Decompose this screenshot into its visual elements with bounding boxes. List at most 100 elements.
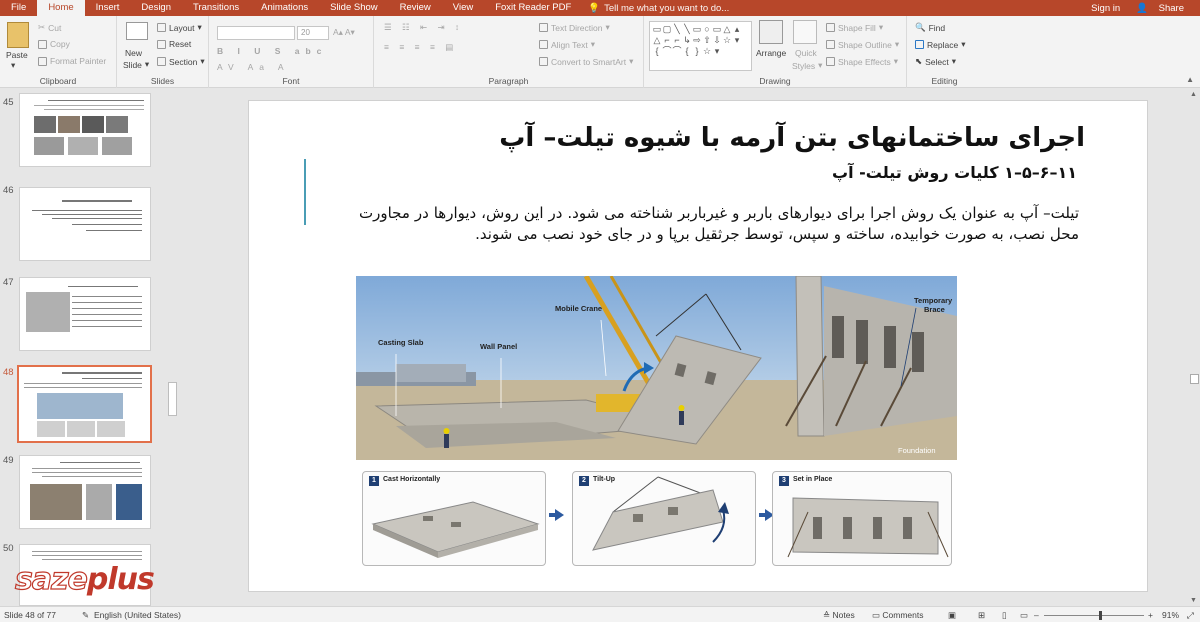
pen-icon (826, 40, 835, 49)
font-format-buttons[interactable]: B I U S abc (217, 46, 327, 56)
section-icon (157, 57, 166, 66)
status-bar: Slide 48 of 77 ✎ English (United States)… (0, 606, 1200, 622)
accent-bar (304, 159, 306, 225)
zoom-in-icon[interactable]: + (1148, 610, 1153, 620)
quick-styles-button-2[interactable]: Styles ▾ (792, 60, 822, 71)
shapes-gallery[interactable]: ▭ ▢ ╲ ╲ ▭ ○ ▭ △ ▴ △ ⌐ ⌐ ↳ ⇨ ⇧ ⇩ ☆ ▾ {⌒ ⌒{} ☆ ▾ (649, 21, 752, 71)
clipboard-group: Paste ▾ ✂ Cut Copy Format Painter Clipboa… (0, 16, 117, 88)
find-button[interactable]: 🔍 Find (915, 22, 945, 33)
font-grow-icon[interactable]: A▴ A▾ (333, 27, 355, 38)
step-card-1[interactable]: 1 Cast Horizontally (362, 471, 546, 566)
scroll-down-icon[interactable]: ▼ (1190, 597, 1197, 604)
thumbnail-scrollbar[interactable] (167, 89, 178, 606)
zoom-level[interactable]: 91% (1162, 610, 1179, 620)
tab-file[interactable]: File (0, 0, 37, 16)
tell-me-box[interactable]: 💡 Tell me what you want to do... (582, 3, 729, 14)
new-slide-button[interactable]: New (125, 48, 142, 58)
reset-button[interactable]: Reset (157, 39, 191, 49)
thumbnail-pane: 45 46 47 48 49 50 (0, 89, 180, 606)
comments-button[interactable]: ▭ Comments (872, 610, 924, 621)
align-text-icon (539, 40, 548, 49)
spellcheck-icon[interactable]: ✎ (82, 610, 89, 621)
editing-group: 🔍 Find Replace ▾ ⬉ Select ▾ Editing (907, 16, 982, 88)
set-in-place-illustration (787, 497, 949, 558)
shape-effects-button[interactable]: Shape Effects ▾ (826, 56, 898, 67)
slides-label: Slides (150, 76, 175, 86)
tab-insert[interactable]: Insert (85, 0, 131, 16)
replace-button[interactable]: Replace ▾ (915, 39, 965, 50)
scroll-up-icon[interactable]: ▲ (1190, 91, 1197, 98)
normal-view-icon[interactable]: ▣ (948, 610, 956, 621)
share-button[interactable]: 👤 Share (1128, 3, 1200, 14)
font-size-field[interactable]: 20 (297, 26, 329, 40)
zoom-slider[interactable] (1044, 615, 1144, 616)
thumbnail-slide-48[interactable] (17, 365, 152, 443)
watermark-logo: sazeplus (14, 561, 155, 597)
paste-icon (7, 22, 29, 48)
slide-title[interactable]: اجرای ساختمانهای بتن آرمه با شیوه تیلت– … (499, 123, 1085, 153)
shape-outline-button[interactable]: Shape Outline ▾ (826, 39, 899, 50)
share-label: Share (1158, 2, 1184, 14)
cast-slab-illustration (371, 501, 540, 558)
collapse-ribbon-icon[interactable]: ▲ (1186, 75, 1194, 84)
quick-styles-icon (793, 20, 817, 44)
tab-foxit-reader-pdf[interactable]: Foxit Reader PDF (484, 0, 582, 16)
thumbnail-slide-49[interactable] (19, 455, 151, 529)
tab-view[interactable]: View (442, 0, 484, 16)
section-button[interactable]: Section ▾ (157, 56, 205, 67)
step-card-3[interactable]: 3 Set in Place (772, 471, 952, 566)
thumbnail-slide-45[interactable] (19, 93, 151, 167)
thumbnail-scroll-thumb[interactable] (168, 382, 177, 416)
scroll-thumb[interactable] (1190, 374, 1199, 384)
align-text-button[interactable]: Align Text ▾ (539, 39, 595, 50)
arrange-button[interactable]: Arrange (756, 48, 786, 58)
tilt-up-photo[interactable]: Casting Slab Wall Panel Mobile Crane Tem… (356, 276, 957, 460)
sign-in-link[interactable]: Sign in (1083, 3, 1128, 14)
search-icon: 🔍 (915, 22, 926, 32)
copy-button[interactable]: Copy (38, 39, 70, 49)
ribbon: Paste ▾ ✂ Cut Copy Format Painter Clipboa… (0, 16, 1200, 88)
tab-review[interactable]: Review (389, 0, 442, 16)
tab-home[interactable]: Home (37, 0, 85, 16)
convert-smartart-button[interactable]: Convert to SmartArt ▾ (539, 56, 633, 67)
format-painter-button[interactable]: Format Painter (38, 56, 106, 66)
vertical-scrollbar[interactable]: ▲ ▼ (1189, 89, 1200, 606)
thumbnail-slide-47[interactable] (19, 277, 151, 351)
slide-body-text[interactable]: تیلت– آپ به عنوان یک روش اجرا برای دیوار… (359, 203, 1079, 245)
step-card-2[interactable]: 2 Tilt-Up (572, 471, 756, 566)
new-slide-icon (126, 22, 148, 40)
fit-slide-icon[interactable]: ⤢ (1187, 610, 1194, 621)
tab-design[interactable]: Design (130, 0, 182, 16)
new-slide-button-2[interactable]: Slide ▾ (123, 59, 149, 70)
shape-fill-button[interactable]: Shape Fill ▾ (826, 22, 883, 33)
notes-button[interactable]: ≙ Notes (823, 610, 855, 621)
reading-view-icon[interactable]: ▯ (1002, 610, 1007, 621)
tab-slide-show[interactable]: Slide Show (319, 0, 389, 16)
slide-count: Slide 48 of 77 (4, 610, 56, 620)
language-indicator[interactable]: English (United States) (94, 610, 181, 620)
slide[interactable]: اجرای ساختمانهای بتن آرمه با شیوه تیلت– … (248, 100, 1148, 592)
slide-sorter-icon[interactable]: ⊞ (978, 610, 985, 621)
align-buttons[interactable]: ≡ ≡ ≡ ≡ ▤ (384, 42, 457, 53)
thumb-number: 50 (3, 543, 14, 554)
font-name-field[interactable] (217, 26, 295, 40)
zoom-slider-knob[interactable] (1099, 611, 1102, 620)
slide-subtitle[interactable]: ۱۱–۶–۵–۱ کلیات روش تیلت- آپ (832, 163, 1077, 182)
menu-bar: File Home Insert Design Transitions Animation… (0, 0, 1200, 16)
wall-panel-label: Wall Panel (480, 342, 518, 351)
zoom-out-icon[interactable]: – (1034, 610, 1039, 620)
slideshow-icon[interactable]: ▭ (1020, 610, 1028, 621)
slide-canvas: اجرای ساختمانهای بتن آرمه با شیوه تیلت– … (181, 89, 1189, 606)
font-color-buttons[interactable]: AV Aa A (217, 62, 290, 72)
layout-button[interactable]: Layout ▾ (157, 22, 202, 33)
tab-transitions[interactable]: Transitions (182, 0, 250, 16)
paste-button[interactable]: Paste (6, 50, 28, 60)
tab-animations[interactable]: Animations (250, 0, 319, 16)
text-direction-button[interactable]: Text Direction ▾ (539, 22, 610, 33)
quick-styles-button[interactable]: Quick (795, 48, 817, 58)
list-buttons[interactable]: ☰ ☷ ⇤ ⇥ ↕ (384, 22, 463, 33)
thumbnail-slide-46[interactable] (19, 187, 151, 261)
paste-dropdown-icon[interactable]: ▾ (11, 60, 15, 71)
cut-button[interactable]: ✂ Cut (38, 22, 61, 33)
select-button[interactable]: ⬉ Select ▾ (915, 56, 956, 67)
